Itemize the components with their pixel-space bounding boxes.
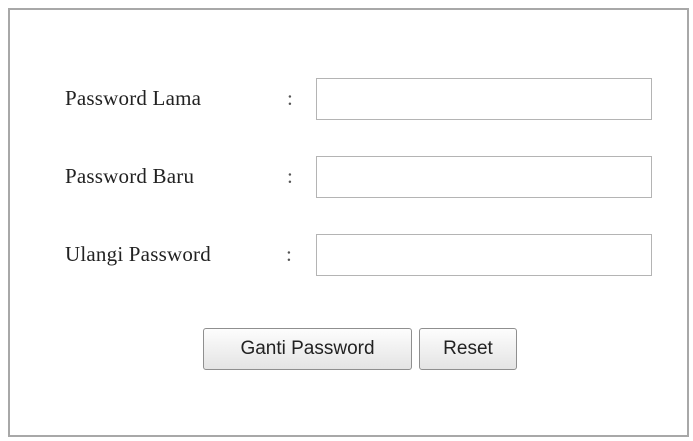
repeat-password-row: Ulangi Password : bbox=[10, 234, 687, 276]
repeat-password-label: Ulangi Password bbox=[65, 242, 211, 266]
old-password-input[interactable] bbox=[316, 78, 652, 120]
old-password-label: Password Lama bbox=[65, 86, 202, 110]
new-password-input[interactable] bbox=[316, 156, 652, 198]
repeat-password-input[interactable] bbox=[316, 234, 652, 276]
change-password-panel: Password Lama : Password Baru : Ulangi P… bbox=[8, 8, 689, 437]
reset-button[interactable]: Reset bbox=[419, 328, 517, 370]
old-password-row: Password Lama : bbox=[10, 78, 687, 120]
new-password-label: Password Baru bbox=[65, 164, 195, 188]
new-password-row: Password Baru : bbox=[10, 156, 687, 198]
change-password-button[interactable]: Ganti Password bbox=[203, 328, 412, 370]
old-password-separator: : bbox=[287, 86, 293, 110]
new-password-separator: : bbox=[287, 164, 293, 188]
repeat-password-separator: : bbox=[286, 242, 292, 266]
